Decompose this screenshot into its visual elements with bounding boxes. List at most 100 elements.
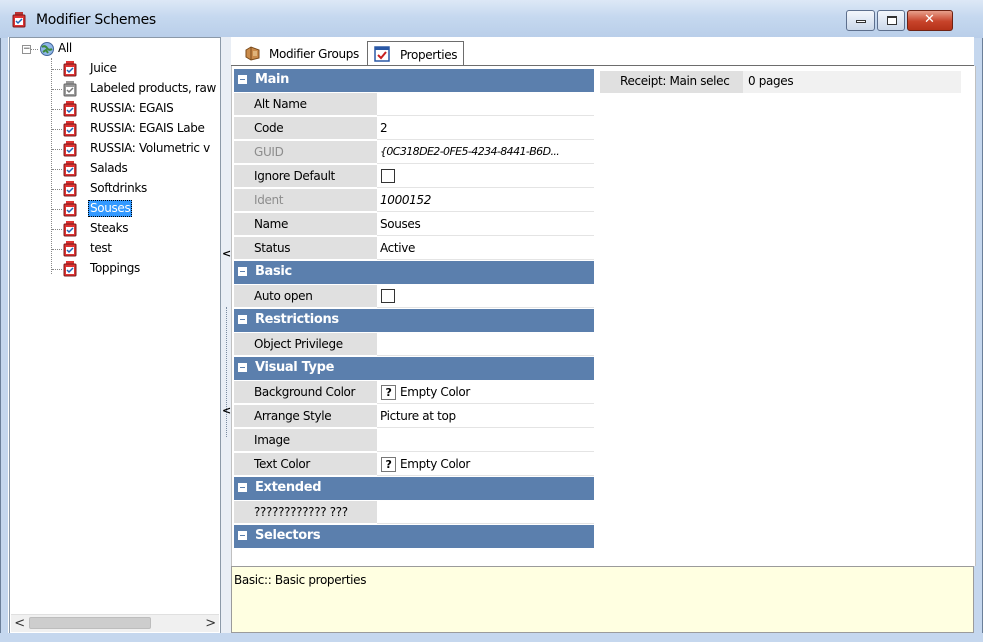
property-value: Empty Color [400,385,470,399]
scheme-tree[interactable]: − All Juice Labeled products, raw RUSSIA: … [9,37,221,634]
tree-root-label: All [58,41,72,55]
property-value: Active [380,241,416,255]
auto-open-checkbox[interactable] [381,289,395,303]
property-unknown[interactable]: ???????????? ??? [234,501,594,525]
modifier-scheme-icon [63,81,77,97]
collapse-left-icon[interactable]: < [222,404,231,417]
property-ignore-default[interactable]: Ignore Default [234,165,594,189]
property-alt-name[interactable]: Alt Name [234,93,594,117]
tree-item[interactable]: Salads [10,160,220,178]
code-value[interactable]: 2 [377,117,594,140]
property-name: GUID [254,145,284,159]
modifier-groups-icon [245,46,260,61]
object-privilege-value[interactable] [377,333,594,356]
property-name[interactable]: Name Souses [234,213,594,237]
collapse-icon[interactable] [238,315,247,324]
tree-item-label: Souses [88,200,133,217]
arrange-style-value[interactable]: Picture at top [377,405,594,428]
tab-properties[interactable]: Properties [367,41,464,66]
collapse-icon[interactable] [238,267,247,276]
property-ident[interactable]: Ident 1000152 [234,189,594,213]
tree-item-label: RUSSIA: EGAIS [90,101,174,115]
category-label: Basic [255,264,292,279]
collapse-icon[interactable]: − [22,45,31,54]
collapse-icon[interactable] [238,363,247,372]
modifier-scheme-icon [63,101,77,117]
tree-item[interactable]: Labeled products, raw [10,80,220,98]
collapse-icon[interactable] [238,483,247,492]
splitter-grip[interactable] [226,307,227,437]
category-selectors[interactable]: Selectors [234,525,594,548]
minimize-button[interactable] [846,10,875,31]
property-name: Background Color [254,385,356,399]
receipt-selector-row[interactable]: Receipt: Main selec 0 pages [600,71,961,93]
property-value: Souses [380,217,421,231]
modifier-scheme-icon [63,241,77,257]
category-main[interactable]: Main [234,69,594,92]
tree-guide-line [52,89,62,90]
tree-item-label: test [90,241,112,255]
unknown-value[interactable] [377,501,594,524]
tree-item[interactable]: Toppings [10,260,220,278]
tree-horizontal-scrollbar[interactable]: < > [11,614,219,632]
modifier-scheme-icon [63,261,77,277]
tree-root[interactable]: − All [10,40,210,58]
scroll-right-icon[interactable]: > [202,615,219,632]
color-swatch-icon[interactable]: ? [381,457,396,472]
category-basic[interactable]: Basic [234,261,594,284]
property-value: {0C318DE2-0FE5-4234-8441-B6D... [380,145,560,158]
title-bar[interactable]: Modifier Schemes ✕ [0,0,983,38]
property-arrange-style[interactable]: Arrange Style Picture at top [234,405,594,429]
tree-item[interactable]: Softdrinks [10,180,220,198]
property-auto-open[interactable]: Auto open [234,285,594,309]
tree-item[interactable]: Steaks [10,220,220,238]
auto-open-value[interactable] [377,285,594,308]
tree-item[interactable]: test [10,240,220,258]
property-guid[interactable]: GUID {0C318DE2-0FE5-4234-8441-B6D... [234,141,594,165]
color-swatch-icon[interactable]: ? [381,385,396,400]
ignore-default-value[interactable] [377,165,594,188]
property-object-privilege[interactable]: Object Privilege [234,333,594,357]
tree-item[interactable]: Juice [10,60,220,78]
property-name: Object Privilege [254,337,343,351]
scroll-left-icon[interactable]: < [11,615,28,632]
tree-item-label: Steaks [90,221,129,235]
tree-guide-line [52,209,62,210]
scrollbar-thumb[interactable] [29,617,151,629]
tree-item[interactable]: RUSSIA: Volumetric v [10,140,220,158]
property-value: Empty Color [400,457,470,471]
tab-modifier-groups[interactable]: Modifier Groups [239,41,374,66]
tree-item[interactable]: RUSSIA: EGAIS Labe [10,120,220,138]
tab-label: Modifier Groups [269,47,359,61]
panel-splitter[interactable]: < < [221,37,231,634]
ignore-default-checkbox[interactable] [381,169,395,183]
alt-name-value[interactable] [377,93,594,116]
tree-item-label: Labeled products, raw [90,81,216,95]
category-restrictions[interactable]: Restrictions [234,309,594,332]
tree-item[interactable]: Souses [10,200,220,218]
maximize-button[interactable] [877,10,905,31]
modifier-scheme-icon [63,181,77,197]
status-value[interactable]: Active [377,237,594,260]
collapse-icon[interactable] [238,531,247,540]
property-code[interactable]: Code 2 [234,117,594,141]
ident-value[interactable]: 1000152 [377,189,594,212]
image-value[interactable] [377,429,594,452]
category-visual-type[interactable]: Visual Type [234,357,594,380]
text-color-value[interactable]: ? Empty Color [377,453,594,476]
property-text-color[interactable]: Text Color ? Empty Color [234,453,594,477]
guid-value[interactable]: {0C318DE2-0FE5-4234-8441-B6D... [377,141,594,164]
tree-guide-line [52,269,62,270]
collapse-left-icon[interactable]: < [222,247,231,260]
name-value[interactable]: Souses [377,213,594,236]
modifier-scheme-icon [63,141,77,157]
tree-guide-line [52,189,62,190]
background-color-value[interactable]: ? Empty Color [377,381,594,404]
category-extended[interactable]: Extended [234,477,594,500]
property-image[interactable]: Image [234,429,594,453]
collapse-icon[interactable] [238,75,247,84]
property-status[interactable]: Status Active [234,237,594,261]
close-button[interactable]: ✕ [907,10,953,31]
tree-item[interactable]: RUSSIA: EGAIS [10,100,220,118]
property-background-color[interactable]: Background Color ? Empty Color [234,381,594,405]
